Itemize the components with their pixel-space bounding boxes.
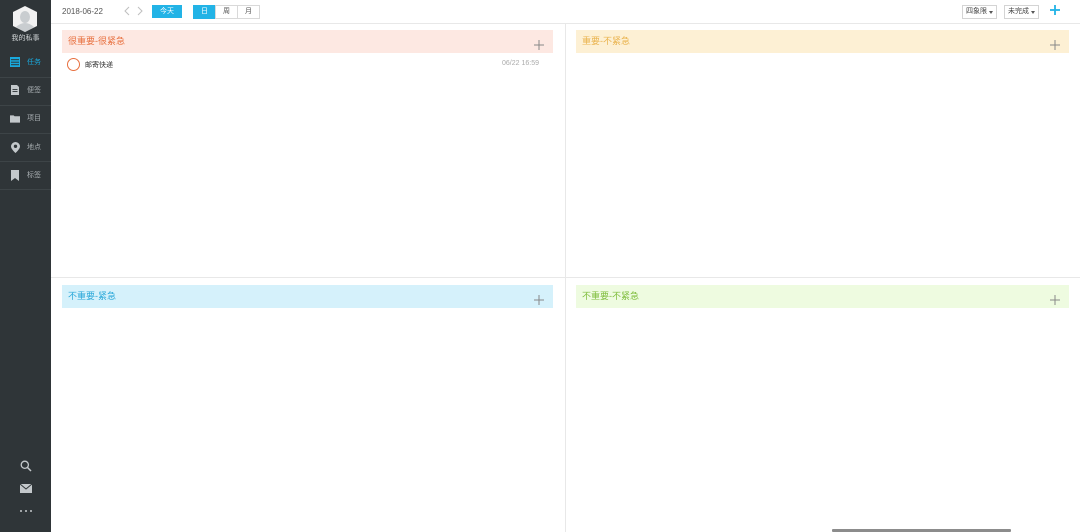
chevron-down-icon: [1031, 10, 1035, 14]
more-icon[interactable]: [0, 509, 51, 513]
sidebar: 我的私事 任务 便签 项目 地点 标签: [0, 0, 51, 532]
toolbar: 2018-06-22 今天 日 周 月 四象限 未完成: [51, 0, 1080, 24]
note-icon: [10, 85, 20, 95]
folder-icon: [10, 113, 20, 123]
sidebar-item-tags[interactable]: 标签: [0, 161, 51, 189]
sidebar-item-label: 标签: [27, 172, 41, 179]
location-pin-icon: [10, 141, 20, 153]
sidebar-item-notes[interactable]: 便签: [0, 76, 51, 104]
quadrant-header-not-important-not-urgent: 不重要-不紧急: [576, 285, 1069, 308]
add-icon[interactable]: [534, 291, 544, 305]
divider: [0, 189, 51, 190]
today-button[interactable]: 今天: [152, 5, 182, 18]
add-icon[interactable]: [1050, 291, 1060, 305]
status-select-value: 未完成: [1008, 8, 1029, 15]
quadrant-divider-vertical: [565, 24, 566, 532]
bookmark-icon: [10, 169, 20, 181]
task-row[interactable]: 邮寄快递 06/22 16:59: [67, 58, 545, 72]
layout-select-value: 四象限: [966, 8, 987, 15]
sidebar-item-tasks[interactable]: 任务: [0, 48, 51, 76]
add-icon[interactable]: [534, 36, 544, 50]
sidebar-item-places[interactable]: 地点: [0, 133, 51, 161]
sidebar-item-label: 项目: [27, 115, 41, 122]
mail-icon[interactable]: [0, 484, 51, 493]
quadrant-header-important-urgent: 很重要-很紧急: [62, 30, 553, 53]
view-week-button[interactable]: 周: [215, 5, 238, 19]
table-icon: [10, 57, 20, 67]
view-day-button[interactable]: 日: [193, 5, 216, 19]
add-task-button[interactable]: [1048, 3, 1062, 17]
task-title: 邮寄快递: [85, 62, 113, 69]
quadrant-title: 很重要-很紧急: [68, 36, 125, 46]
view-month-button[interactable]: 月: [237, 5, 260, 19]
search-icon[interactable]: [0, 460, 51, 472]
sidebar-item-label: 地点: [27, 144, 41, 151]
sidebar-item-label: 任务: [27, 59, 41, 66]
next-arrow-icon[interactable]: [135, 5, 145, 17]
add-icon[interactable]: [1050, 36, 1060, 50]
layout-select[interactable]: 四象限: [962, 5, 997, 19]
quadrant-header-not-important-urgent: 不重要-紧急: [62, 285, 553, 308]
sidebar-item-projects[interactable]: 项目: [0, 104, 51, 132]
quadrant-title: 不重要-不紧急: [582, 291, 639, 301]
chevron-down-icon: [989, 10, 993, 14]
prev-arrow-icon[interactable]: [122, 5, 132, 17]
quadrant-title: 不重要-紧急: [68, 291, 116, 301]
task-time: 06/22 16:59: [502, 60, 539, 67]
quadrant-title: 重要-不紧急: [582, 36, 630, 46]
current-date: 2018-06-22: [62, 7, 103, 16]
app-name: 我的私事: [11, 35, 40, 42]
quadrant-header-important-not-urgent: 重要-不紧急: [576, 30, 1069, 53]
avatar[interactable]: [12, 5, 38, 33]
task-checkbox[interactable]: [67, 58, 80, 71]
quadrant-divider-horizontal: [51, 277, 1080, 278]
sidebar-item-label: 便签: [27, 87, 41, 94]
status-select[interactable]: 未完成: [1004, 5, 1039, 19]
